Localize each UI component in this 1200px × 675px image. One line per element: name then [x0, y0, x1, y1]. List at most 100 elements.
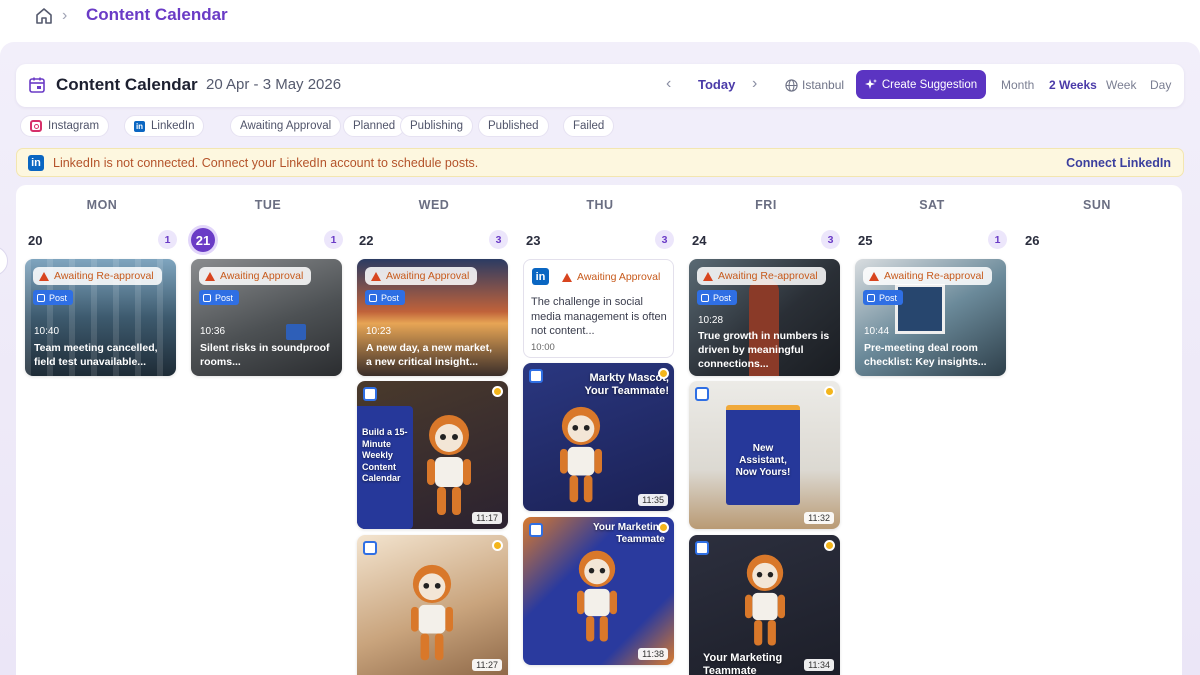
post-type-tag: Post — [33, 290, 74, 305]
select-checkbox[interactable] — [529, 523, 543, 537]
day-number[interactable]: 22 — [359, 233, 373, 248]
post-type-tag: Post — [697, 290, 738, 305]
robot-mascot-icon — [745, 554, 785, 646]
post-caption: Silent risks in soundproof rooms... — [200, 342, 330, 368]
select-checkbox[interactable] — [363, 541, 377, 555]
filter-awaiting-approval[interactable]: Awaiting Approval — [230, 115, 342, 137]
date-range: 20 Apr - 3 May 2026 — [206, 76, 342, 93]
post-time: 10:23 — [366, 326, 392, 337]
post-time: 10:36 — [200, 326, 226, 337]
status-dot — [658, 368, 669, 379]
post-count-badge: 1 — [988, 230, 1007, 249]
status-label: Awaiting Re-approval — [54, 270, 154, 282]
image-post-card[interactable]: Markty Mascot, Your Teammate! 11:35 — [523, 363, 674, 511]
create-suggestion-button[interactable]: Create Suggestion — [856, 70, 986, 99]
status-label: Awaiting Approval — [386, 270, 470, 282]
status-dot — [492, 540, 503, 551]
view-week[interactable]: Week — [1106, 78, 1136, 92]
filter-instagram[interactable]: Instagram — [20, 115, 110, 137]
banner-text: LinkedIn is not connected. Connect your … — [53, 156, 479, 170]
post-caption: The challenge in social media management… — [531, 296, 667, 337]
filter-linkedin[interactable]: in LinkedIn — [124, 115, 205, 137]
status-badge: Awaiting Approval — [556, 268, 668, 286]
post-card[interactable]: Awaiting Approval Post 10:36 Silent risk… — [191, 259, 342, 376]
post-time: 10:40 — [34, 326, 60, 337]
post-caption: Pre-meeting deal room checklist: Key ins… — [864, 342, 987, 368]
linkedin-icon: in — [134, 120, 145, 132]
page-title: Content Calendar — [56, 75, 198, 94]
day-number-today[interactable]: 21 — [191, 228, 215, 252]
post-card[interactable]: Awaiting Approval Post 10:23 A new day, … — [357, 259, 508, 376]
status-dot — [824, 386, 835, 397]
today-button[interactable]: Today — [698, 77, 735, 92]
warning-icon — [371, 271, 381, 281]
image-post-card[interactable]: Build a 15-Minute Weekly Content Calenda… — [357, 381, 508, 529]
view-month[interactable]: Month — [1001, 78, 1034, 92]
warning-icon — [562, 272, 572, 282]
status-label: Awaiting Approval — [577, 271, 661, 283]
post-count-badge: 1 — [158, 230, 177, 249]
chevron-right-icon: › — [62, 7, 68, 24]
filter-planned[interactable]: Planned — [343, 115, 406, 137]
status-dot — [492, 386, 503, 397]
day-number[interactable]: 26 — [1025, 233, 1039, 248]
post-type-tag: Post — [365, 290, 406, 305]
weekday-header: WED — [418, 198, 450, 212]
image-post-card[interactable]: New Assistant, Now Yours! 11:32 — [689, 381, 840, 529]
chevron-left-icon[interactable]: ‹ — [666, 75, 671, 93]
post-type-label: Post — [879, 292, 898, 303]
image-text: Build a 15-Minute Weekly Content Calenda… — [362, 427, 408, 483]
post-time: 11:35 — [638, 494, 668, 506]
post-time: 10:44 — [864, 326, 890, 337]
filter-label: Planned — [353, 120, 396, 132]
post-type-label: Post — [381, 292, 400, 303]
day-number[interactable]: 20 — [28, 233, 42, 248]
breadcrumb-title: Content Calendar — [86, 5, 228, 24]
image-post-card[interactable]: Your Marketing Teammate 11:38 — [523, 517, 674, 665]
post-count-badge: 1 — [324, 230, 343, 249]
filter-label: Instagram — [48, 120, 100, 132]
connect-linkedin-link[interactable]: Connect LinkedIn — [1066, 156, 1171, 170]
view-day[interactable]: Day — [1150, 78, 1171, 92]
select-checkbox[interactable] — [529, 369, 543, 383]
day-number[interactable]: 23 — [526, 233, 540, 248]
post-time: 10:28 — [698, 315, 724, 326]
status-label: Awaiting Approval — [220, 270, 304, 282]
post-image — [286, 324, 306, 340]
filter-failed[interactable]: Failed — [563, 115, 615, 137]
status-dot — [658, 522, 669, 533]
home-icon[interactable] — [34, 6, 54, 26]
robot-mascot-icon — [411, 564, 453, 661]
image-text: Markty Mascot, Your Teammate! — [584, 372, 669, 397]
post-card[interactable]: Awaiting Re-approval Post 10:28 True gro… — [689, 259, 840, 376]
post-card[interactable]: Awaiting Re-approval Post 10:40 Team mee… — [25, 259, 176, 376]
view-2-weeks[interactable]: 2 Weeks — [1049, 78, 1097, 92]
post-card[interactable]: Awaiting Re-approval Post 10:44 Pre-meet… — [855, 259, 1006, 376]
select-checkbox[interactable] — [695, 541, 709, 555]
linkedin-icon: in — [28, 155, 44, 171]
day-number[interactable]: 25 — [858, 233, 872, 248]
weekday-header: FRI — [755, 198, 777, 212]
select-checkbox[interactable] — [363, 387, 377, 401]
weekday-header: TUE — [254, 198, 282, 212]
image-text: Your Marketing Teammate — [592, 522, 665, 545]
filter-published[interactable]: Published — [478, 115, 549, 137]
timezone-selector[interactable]: Istanbul — [802, 78, 844, 92]
select-checkbox[interactable] — [695, 387, 709, 401]
image-post-card[interactable]: 11:27 — [357, 535, 508, 675]
chevron-right-icon[interactable]: › — [752, 75, 757, 93]
post-caption: True growth in numbers is driven by mean… — [698, 330, 830, 370]
image-text: Your Marketing Teammate — [703, 652, 783, 675]
post-time: 11:27 — [472, 659, 502, 671]
day-number[interactable]: 24 — [692, 233, 706, 248]
linkedin-icon: in — [532, 268, 549, 285]
post-time: 11:38 — [638, 648, 668, 660]
post-type-tag: Post — [863, 290, 904, 305]
filter-publishing[interactable]: Publishing — [400, 115, 474, 137]
post-card[interactable]: in Awaiting Approval The challenge in so… — [523, 259, 674, 358]
post-caption: A new day, a new market, a new critical … — [366, 342, 493, 368]
post-icon — [369, 293, 377, 302]
image-post-card[interactable]: Your Marketing Teammate 11:34 — [689, 535, 840, 675]
status-label: Awaiting Re-approval — [884, 270, 984, 282]
weekday-header: SAT — [919, 198, 945, 212]
